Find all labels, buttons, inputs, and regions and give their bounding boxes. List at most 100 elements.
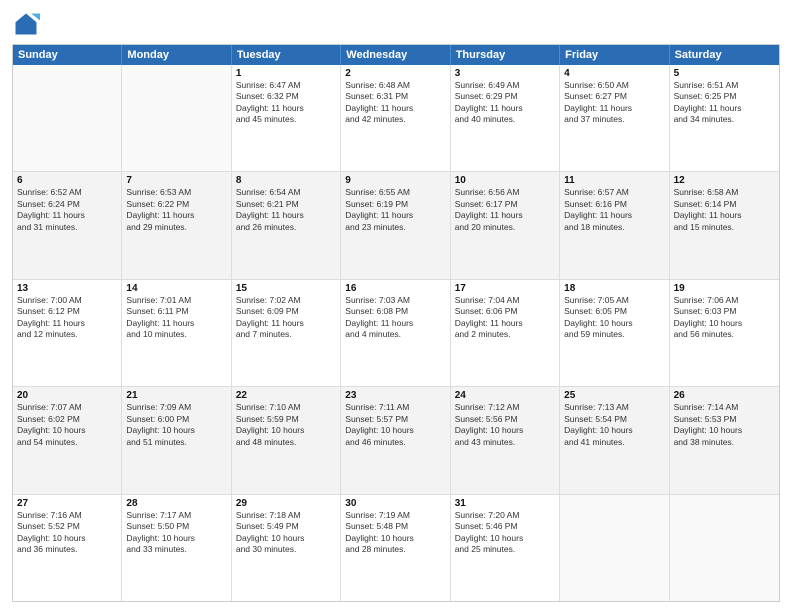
cell-line: Sunrise: 7:04 AM xyxy=(455,295,555,306)
cell-line: Daylight: 11 hours xyxy=(17,210,117,221)
cell-line: Daylight: 10 hours xyxy=(345,425,445,436)
cell-line: Daylight: 11 hours xyxy=(345,103,445,114)
day-number: 5 xyxy=(674,68,775,79)
cell-line: Sunrise: 6:55 AM xyxy=(345,187,445,198)
calendar-cell: 22Sunrise: 7:10 AMSunset: 5:59 PMDayligh… xyxy=(232,387,341,493)
cell-line: Sunset: 5:52 PM xyxy=(17,521,117,532)
cell-line: Sunset: 6:06 PM xyxy=(455,306,555,317)
cell-line: and 15 minutes. xyxy=(674,222,775,233)
day-number: 21 xyxy=(126,390,226,401)
day-number: 19 xyxy=(674,283,775,294)
cell-line: Sunrise: 7:02 AM xyxy=(236,295,336,306)
calendar-cell: 5Sunrise: 6:51 AMSunset: 6:25 PMDaylight… xyxy=(670,65,779,171)
day-number: 24 xyxy=(455,390,555,401)
cell-line: Daylight: 11 hours xyxy=(17,318,117,329)
calendar-cell: 25Sunrise: 7:13 AMSunset: 5:54 PMDayligh… xyxy=(560,387,669,493)
calendar-header: SundayMondayTuesdayWednesdayThursdayFrid… xyxy=(13,45,779,65)
cell-line: Daylight: 11 hours xyxy=(564,210,664,221)
calendar-cell: 30Sunrise: 7:19 AMSunset: 5:48 PMDayligh… xyxy=(341,495,450,601)
day-number: 25 xyxy=(564,390,664,401)
day-number: 10 xyxy=(455,175,555,186)
page: SundayMondayTuesdayWednesdayThursdayFrid… xyxy=(0,0,792,612)
cell-line: Sunset: 6:14 PM xyxy=(674,199,775,210)
cell-line: and 23 minutes. xyxy=(345,222,445,233)
cell-line: Sunrise: 7:06 AM xyxy=(674,295,775,306)
day-number: 30 xyxy=(345,498,445,509)
day-number: 16 xyxy=(345,283,445,294)
calendar-cell: 31Sunrise: 7:20 AMSunset: 5:46 PMDayligh… xyxy=(451,495,560,601)
calendar-cell: 2Sunrise: 6:48 AMSunset: 6:31 PMDaylight… xyxy=(341,65,450,171)
cell-line: and 12 minutes. xyxy=(17,329,117,340)
cell-line: Daylight: 10 hours xyxy=(17,533,117,544)
calendar-cell: 1Sunrise: 6:47 AMSunset: 6:32 PMDaylight… xyxy=(232,65,341,171)
cell-line: Sunrise: 7:13 AM xyxy=(564,402,664,413)
cell-line: Sunset: 6:25 PM xyxy=(674,91,775,102)
day-number: 8 xyxy=(236,175,336,186)
cell-line: Daylight: 10 hours xyxy=(126,425,226,436)
cell-line: Sunset: 6:12 PM xyxy=(17,306,117,317)
header-day-monday: Monday xyxy=(122,45,231,65)
cell-line: Daylight: 10 hours xyxy=(17,425,117,436)
cell-line: Daylight: 11 hours xyxy=(345,210,445,221)
cell-line: Daylight: 10 hours xyxy=(126,533,226,544)
cell-line: Sunset: 5:46 PM xyxy=(455,521,555,532)
logo xyxy=(12,10,44,38)
cell-line: and 4 minutes. xyxy=(345,329,445,340)
calendar-cell: 17Sunrise: 7:04 AMSunset: 6:06 PMDayligh… xyxy=(451,280,560,386)
cell-line: Daylight: 10 hours xyxy=(345,533,445,544)
cell-line: Sunset: 6:32 PM xyxy=(236,91,336,102)
day-number: 9 xyxy=(345,175,445,186)
day-number: 6 xyxy=(17,175,117,186)
calendar-cell: 16Sunrise: 7:03 AMSunset: 6:08 PMDayligh… xyxy=(341,280,450,386)
calendar-body: 1Sunrise: 6:47 AMSunset: 6:32 PMDaylight… xyxy=(13,65,779,601)
cell-line: Sunset: 6:03 PM xyxy=(674,306,775,317)
day-number: 22 xyxy=(236,390,336,401)
header xyxy=(12,10,780,38)
day-number: 23 xyxy=(345,390,445,401)
cell-line: Sunrise: 6:50 AM xyxy=(564,80,664,91)
cell-line: Sunset: 6:27 PM xyxy=(564,91,664,102)
cell-line: and 54 minutes. xyxy=(17,437,117,448)
day-number: 3 xyxy=(455,68,555,79)
cell-line: Sunrise: 7:10 AM xyxy=(236,402,336,413)
cell-line: Daylight: 11 hours xyxy=(455,318,555,329)
cell-line: Sunrise: 6:57 AM xyxy=(564,187,664,198)
cell-line: Sunset: 5:57 PM xyxy=(345,414,445,425)
cell-line: Daylight: 11 hours xyxy=(455,210,555,221)
calendar: SundayMondayTuesdayWednesdayThursdayFrid… xyxy=(12,44,780,602)
calendar-cell xyxy=(670,495,779,601)
cell-line: Sunset: 6:24 PM xyxy=(17,199,117,210)
cell-line: Sunrise: 6:47 AM xyxy=(236,80,336,91)
cell-line: Sunset: 5:50 PM xyxy=(126,521,226,532)
day-number: 14 xyxy=(126,283,226,294)
cell-line: Sunrise: 6:48 AM xyxy=(345,80,445,91)
cell-line: Sunrise: 7:14 AM xyxy=(674,402,775,413)
cell-line: and 31 minutes. xyxy=(17,222,117,233)
cell-line: Daylight: 11 hours xyxy=(236,210,336,221)
cell-line: Sunrise: 7:20 AM xyxy=(455,510,555,521)
cell-line: Daylight: 10 hours xyxy=(455,533,555,544)
day-number: 11 xyxy=(564,175,664,186)
calendar-cell: 7Sunrise: 6:53 AMSunset: 6:22 PMDaylight… xyxy=(122,172,231,278)
cell-line: Sunrise: 7:11 AM xyxy=(345,402,445,413)
cell-line: Sunrise: 7:12 AM xyxy=(455,402,555,413)
calendar-row-2: 6Sunrise: 6:52 AMSunset: 6:24 PMDaylight… xyxy=(13,172,779,279)
header-day-wednesday: Wednesday xyxy=(341,45,450,65)
calendar-cell: 18Sunrise: 7:05 AMSunset: 6:05 PMDayligh… xyxy=(560,280,669,386)
cell-line: Sunset: 5:59 PM xyxy=(236,414,336,425)
calendar-cell: 27Sunrise: 7:16 AMSunset: 5:52 PMDayligh… xyxy=(13,495,122,601)
cell-line: Daylight: 10 hours xyxy=(674,425,775,436)
cell-line: Sunrise: 6:58 AM xyxy=(674,187,775,198)
calendar-cell: 15Sunrise: 7:02 AMSunset: 6:09 PMDayligh… xyxy=(232,280,341,386)
cell-line: Sunset: 5:53 PM xyxy=(674,414,775,425)
cell-line: Daylight: 11 hours xyxy=(674,210,775,221)
calendar-cell xyxy=(13,65,122,171)
cell-line: Daylight: 11 hours xyxy=(564,103,664,114)
calendar-cell: 23Sunrise: 7:11 AMSunset: 5:57 PMDayligh… xyxy=(341,387,450,493)
calendar-row-1: 1Sunrise: 6:47 AMSunset: 6:32 PMDaylight… xyxy=(13,65,779,172)
calendar-cell: 29Sunrise: 7:18 AMSunset: 5:49 PMDayligh… xyxy=(232,495,341,601)
cell-line: Sunrise: 6:52 AM xyxy=(17,187,117,198)
cell-line: and 25 minutes. xyxy=(455,544,555,555)
cell-line: Daylight: 10 hours xyxy=(236,533,336,544)
cell-line: Sunrise: 6:56 AM xyxy=(455,187,555,198)
